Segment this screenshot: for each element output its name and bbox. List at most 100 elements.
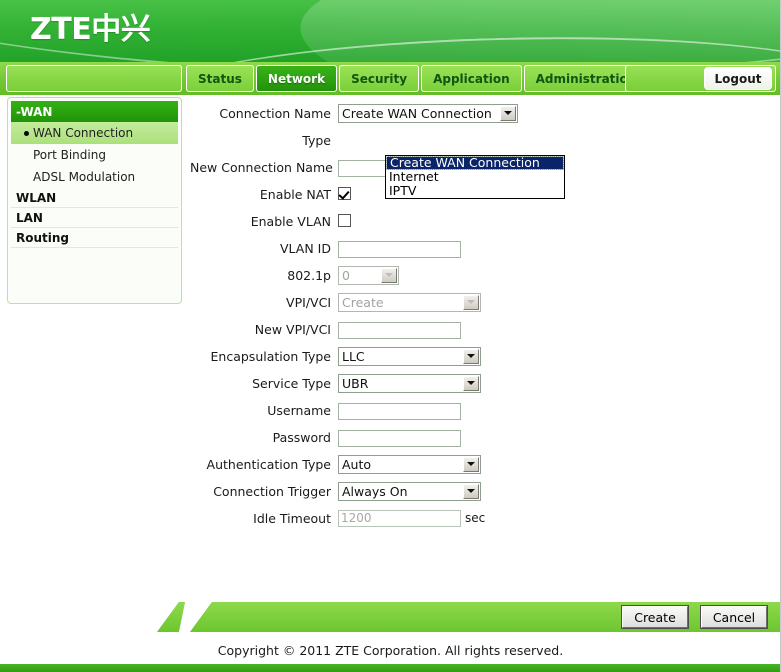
row-username: Username [190, 397, 770, 423]
service-type-select[interactable]: UBR [338, 373, 481, 393]
footer-accent-chip [157, 602, 185, 632]
label-new-connection-name: New Connection Name [190, 159, 333, 175]
logout-button[interactable]: Logout [704, 67, 772, 90]
row-service-type: Service Type UBR [190, 370, 770, 396]
label-new-vpi-vci: New VPI/VCI [254, 321, 331, 337]
copyright-text: Copyright © 2011 ZTE Corporation. All ri… [217, 643, 564, 658]
field-idle-timeout: sec [338, 509, 486, 527]
field-service-type: UBR [338, 373, 481, 393]
enable-vlan-checkbox[interactable] [338, 213, 351, 227]
chevron-down-icon[interactable] [381, 267, 397, 283]
sidebar-item-label: WAN Connection [33, 126, 134, 140]
label-vpi-vci: VPI/VCI [286, 294, 331, 310]
tab-security[interactable]: Security [339, 65, 420, 92]
field-connection-trigger: Always On [338, 481, 481, 501]
row-encapsulation-type: Encapsulation Type LLC [190, 343, 770, 369]
row-idle-timeout: Idle Timeout sec [190, 505, 770, 531]
sidebar-group-wlan[interactable]: WLAN [11, 188, 178, 208]
bullet-icon [24, 131, 29, 136]
vpi-vci-select[interactable]: Create [338, 292, 481, 312]
label-connection-name: Connection Name [219, 105, 331, 121]
row-vpi-vci: VPI/VCI Create [190, 289, 770, 315]
chevron-down-icon[interactable] [463, 348, 479, 364]
cancel-button[interactable]: Cancel [701, 606, 767, 628]
field-password [338, 427, 461, 447]
row-dot1p: 802.1p 0 [190, 262, 770, 288]
sidebar-menu: -WAN WAN Connection Port Binding ADSL Mo… [7, 97, 182, 304]
connection-trigger-value: Always On [342, 483, 408, 499]
zte-logo: ZTE中兴 [30, 12, 151, 47]
enable-nat-checkbox[interactable] [338, 186, 351, 200]
label-enable-vlan: Enable VLAN [250, 213, 331, 229]
label-dot1p: 802.1p [287, 267, 331, 283]
encapsulation-type-select[interactable]: LLC [338, 346, 481, 366]
label-password: Password [272, 429, 331, 445]
chevron-down-icon[interactable] [463, 456, 479, 472]
row-connection-name: Connection Name Create WAN Connection [190, 100, 770, 126]
idle-timeout-unit: sec [465, 511, 486, 525]
sidebar-item-label: Port Binding [33, 148, 106, 162]
tab-status[interactable]: Status [186, 65, 254, 92]
connection-trigger-select[interactable]: Always On [338, 481, 481, 501]
connection-name-dropdown-list[interactable]: Create WAN Connection Internet IPTV [385, 155, 565, 199]
dropdown-option-iptv[interactable]: IPTV [386, 184, 564, 198]
sidebar-item-label: ADSL Modulation [33, 170, 136, 184]
sidebar-group-routing[interactable]: Routing [11, 228, 178, 248]
row-authentication-type: Authentication Type Auto [190, 451, 770, 477]
field-authentication-type: Auto [338, 454, 481, 474]
footer-action-bar: Create Cancel [0, 602, 780, 632]
field-connection-name: Create WAN Connection [338, 103, 518, 123]
sidebar-item-wan-connection[interactable]: WAN Connection [11, 122, 178, 144]
label-idle-timeout: Idle Timeout [253, 510, 331, 526]
tab-network[interactable]: Network [255, 65, 338, 92]
field-type [338, 131, 518, 150]
header-banner: ZTE中兴 [0, 0, 780, 62]
chevron-down-icon[interactable] [463, 294, 479, 310]
vlan-id-input[interactable] [338, 240, 461, 258]
sidebar-group-lan[interactable]: LAN [11, 208, 178, 228]
chevron-down-icon[interactable] [463, 483, 479, 499]
tab-application[interactable]: Application [421, 65, 522, 92]
label-vlan-id: VLAN ID [280, 240, 331, 256]
field-vlan-id [338, 238, 461, 258]
dropdown-option-internet[interactable]: Internet [386, 170, 564, 184]
create-button[interactable]: Create [622, 606, 688, 628]
label-service-type: Service Type [252, 375, 331, 391]
sidebar-item-port-binding[interactable]: Port Binding [11, 144, 178, 166]
dropdown-option-create-wan-connection[interactable]: Create WAN Connection [386, 156, 564, 170]
label-encapsulation-type: Encapsulation Type [210, 348, 331, 364]
main-navigation-bar: Status Network Security Application Admi… [0, 62, 780, 95]
label-username: Username [267, 402, 331, 418]
chevron-down-icon[interactable] [500, 105, 516, 121]
encapsulation-type-value: LLC [342, 348, 365, 364]
sidebar-item-adsl-modulation[interactable]: ADSL Modulation [11, 166, 178, 188]
connection-name-value: Create WAN Connection [342, 105, 492, 121]
row-new-vpi-vci: New VPI/VCI [190, 316, 770, 342]
row-connection-trigger: Connection Trigger Always On [190, 478, 770, 504]
authentication-type-select[interactable]: Auto [338, 454, 481, 474]
chevron-down-icon[interactable] [463, 375, 479, 391]
field-encapsulation-type: LLC [338, 346, 481, 366]
username-input[interactable] [338, 402, 461, 420]
new-vpi-vci-input[interactable] [338, 321, 461, 339]
row-enable-vlan: Enable VLAN [190, 208, 770, 234]
idle-timeout-input[interactable] [338, 509, 461, 527]
label-enable-nat: Enable NAT [259, 186, 331, 202]
field-dot1p: 0 [338, 265, 399, 285]
field-new-vpi-vci [338, 319, 461, 339]
field-vpi-vci: Create [338, 292, 481, 312]
row-password: Password [190, 424, 770, 450]
service-type-value: UBR [342, 375, 369, 391]
label-connection-trigger: Connection Trigger [213, 483, 331, 499]
password-input[interactable] [338, 429, 461, 447]
connection-name-select[interactable]: Create WAN Connection [338, 103, 518, 123]
authentication-type-value: Auto [342, 456, 372, 472]
dot1p-value: 0 [342, 267, 350, 283]
footer-green-bar [190, 602, 780, 632]
bottom-green-stripe [0, 664, 780, 672]
sidebar-group-wan[interactable]: -WAN [11, 101, 178, 122]
row-type: Type [190, 127, 770, 153]
label-authentication-type: Authentication Type [206, 456, 331, 472]
dot1p-select[interactable]: 0 [338, 265, 399, 285]
label-type: Type [302, 132, 331, 148]
